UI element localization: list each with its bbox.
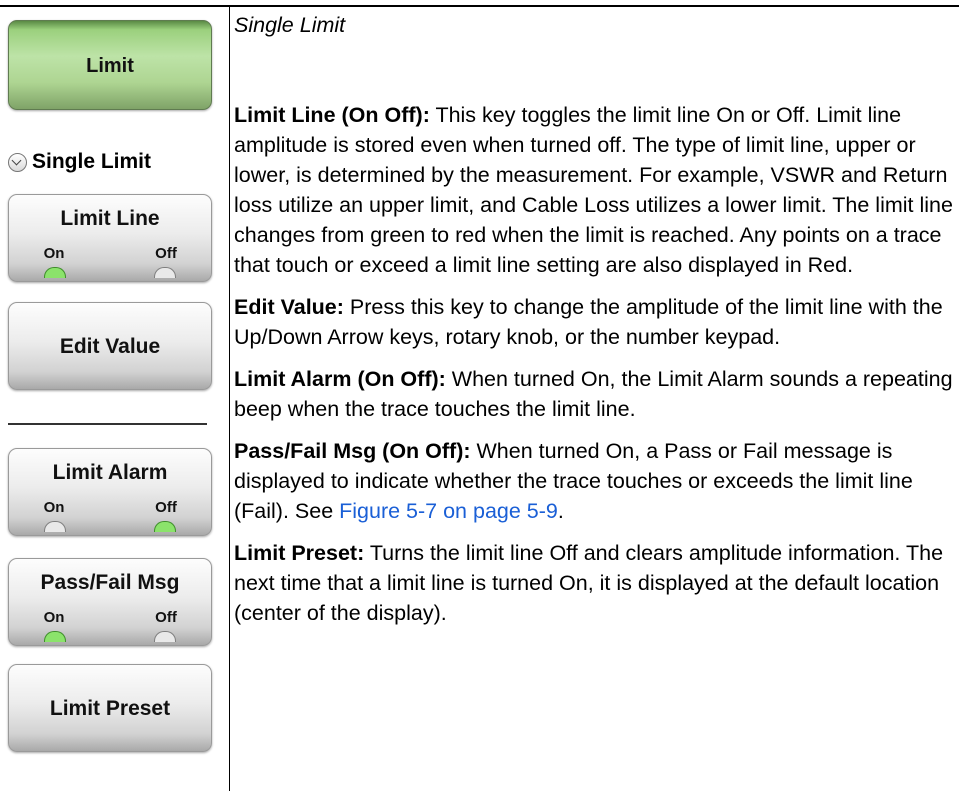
edit-value-term: Edit Value:: [234, 295, 344, 319]
limit-line-on-label: On: [43, 245, 65, 262]
limit-alarm-button[interactable]: Limit Alarm On Off: [8, 448, 212, 536]
limit-button[interactable]: Limit: [8, 20, 212, 110]
limit-line-term: Limit Line (On Off):: [234, 103, 430, 127]
limit-line-toggle: On Off: [9, 245, 211, 279]
column-divider: [229, 6, 230, 791]
limit-alarm-off-indicator-icon: [154, 521, 176, 532]
limit-line-description: This key toggles the limit line On or Of…: [234, 103, 953, 277]
limit-line-off-indicator-icon: [154, 267, 176, 278]
figure-link[interactable]: Figure 5-7 on page 5-9: [339, 499, 558, 523]
limit-alarm-toggle: On Off: [9, 499, 211, 533]
section-title: Single Limit: [32, 150, 152, 173]
section-heading: Single Limit: [234, 13, 346, 37]
edit-value-paragraph: Edit Value: Press this key to change the…: [234, 292, 954, 352]
limit-alarm-term: Limit Alarm (On Off):: [234, 367, 446, 391]
pass-fail-on-indicator-icon: [44, 631, 66, 642]
limit-alarm-on-indicator-icon: [44, 521, 66, 532]
menu-divider: [8, 423, 207, 425]
chevron-down-icon: [8, 152, 27, 172]
limit-line-off-label: Off: [155, 245, 177, 262]
limit-line-on-indicator-icon: [44, 267, 66, 278]
pass-fail-term: Pass/Fail Msg (On Off):: [234, 439, 471, 463]
limit-button-label: Limit: [86, 55, 134, 77]
pass-fail-msg-button[interactable]: Pass/Fail Msg On Off: [8, 558, 212, 646]
limit-alarm-on-label: On: [43, 499, 65, 516]
pass-fail-on-label: On: [43, 609, 65, 626]
limit-alarm-off-label: Off: [155, 499, 177, 516]
pass-fail-toggle: On Off: [9, 609, 211, 643]
limit-line-button[interactable]: Limit Line On Off: [8, 194, 212, 282]
limit-line-paragraph: Limit Line (On Off): This key toggles th…: [234, 100, 954, 280]
pass-fail-msg-label: Pass/Fail Msg: [40, 571, 180, 594]
limit-alarm-label: Limit Alarm: [52, 461, 168, 484]
limit-preset-button[interactable]: Limit Preset: [8, 664, 212, 752]
limit-alarm-paragraph: Limit Alarm (On Off): When turned On, th…: [234, 364, 954, 424]
pass-fail-period: .: [557, 499, 564, 523]
edit-value-label: Edit Value: [59, 335, 161, 358]
limit-line-label: Limit Line: [60, 207, 160, 230]
pass-fail-paragraph: Pass/Fail Msg (On Off): When turned On, …: [234, 436, 954, 526]
description-column: Single Limit Limit Line (On Off): This k…: [234, 10, 954, 628]
pass-fail-off-label: Off: [155, 609, 177, 626]
pass-fail-off-indicator-icon: [154, 631, 176, 642]
limit-preset-paragraph: Limit Preset: Turns the limit line Off a…: [234, 538, 954, 628]
limit-preset-term: Limit Preset:: [234, 541, 365, 565]
single-limit-section-header: Single Limit: [8, 147, 151, 177]
limit-preset-label: Limit Preset: [49, 697, 171, 720]
edit-value-button[interactable]: Edit Value: [8, 302, 212, 390]
top-rule: [0, 5, 959, 7]
